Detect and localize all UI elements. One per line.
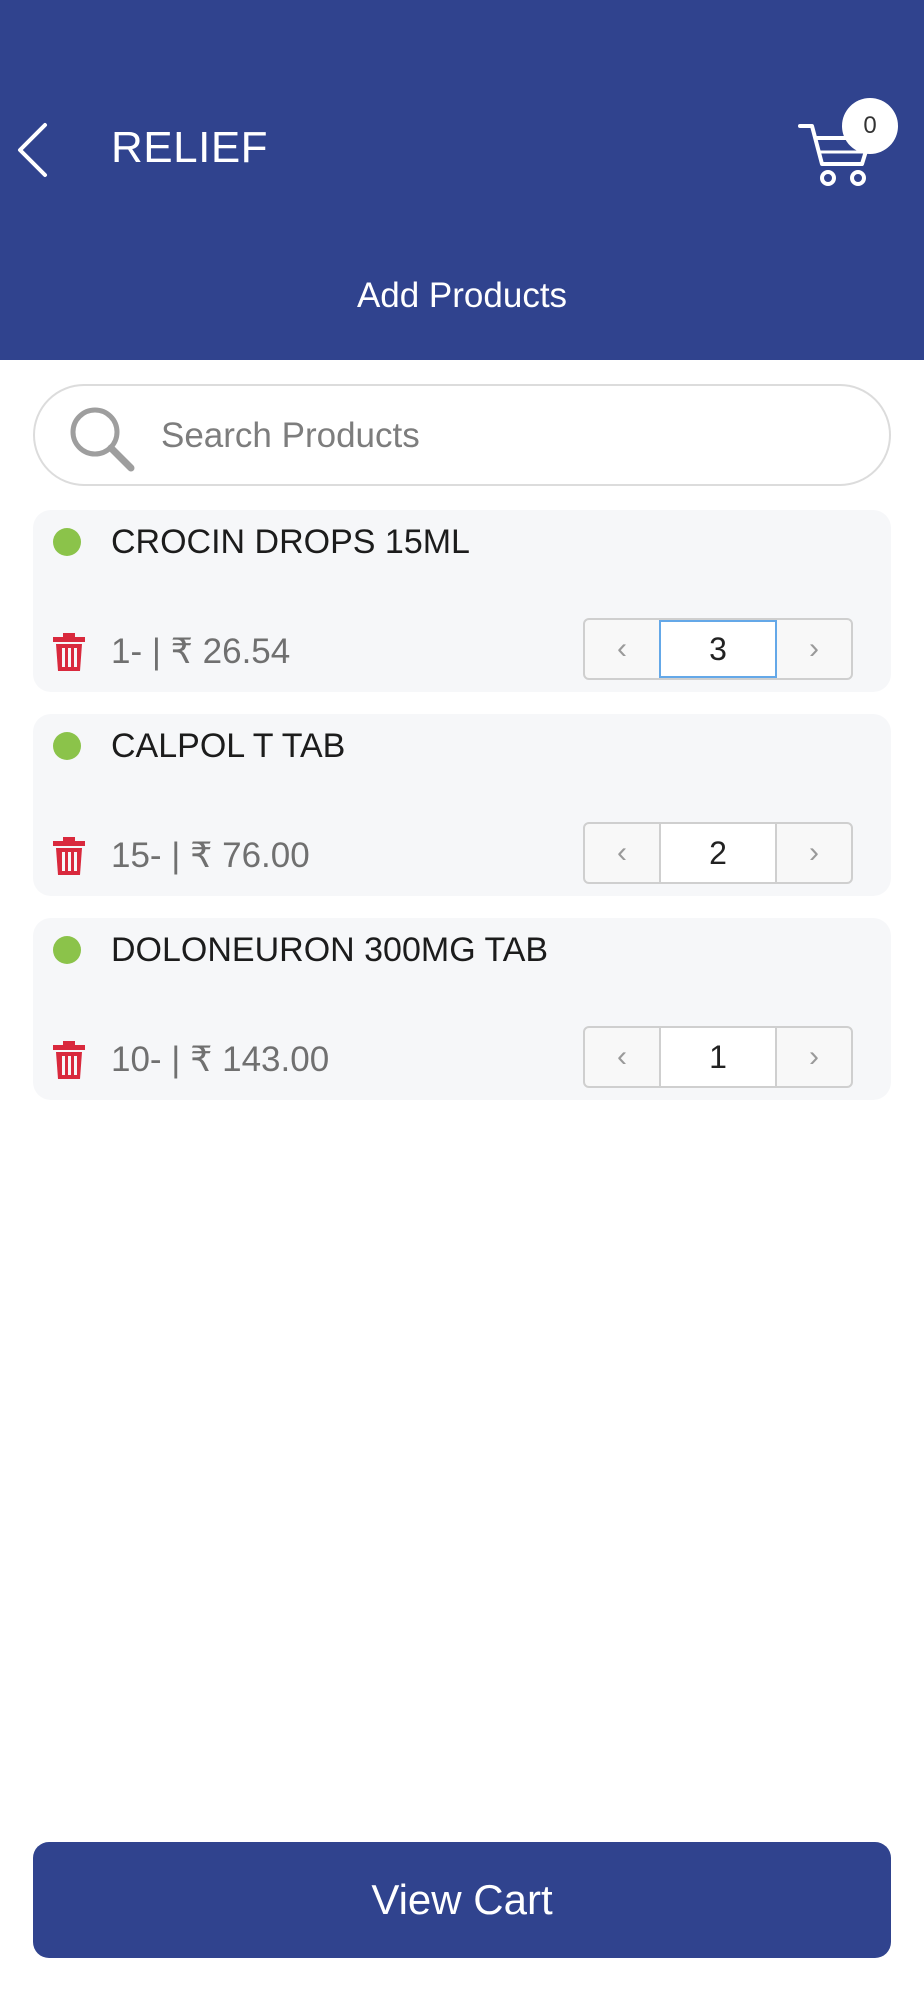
trash-icon [53,1041,85,1079]
quantity-stepper: ‹ › [583,1026,853,1088]
chevron-left-icon: ‹ [617,836,627,869]
delete-button[interactable] [51,836,87,876]
trash-icon [53,633,85,671]
app-header: RELIEF 0 Add Products [0,0,924,360]
product-card: CALPOL T TAB 15- | ₹ 76.00 ‹ › [33,714,891,896]
status-dot [53,528,81,556]
increment-button[interactable]: › [777,620,851,678]
product-card: CROCIN DROPS 15ML 1- | ₹ 26.54 ‹ › [33,510,891,692]
quantity-stepper: ‹ › [583,618,853,680]
quantity-input[interactable] [659,824,777,882]
decrement-button[interactable]: ‹ [585,620,659,678]
pack-price-text: 10- | ₹ 143.00 [111,1040,330,1079]
decrement-button[interactable]: ‹ [585,1028,659,1086]
quantity-input[interactable] [659,620,777,678]
product-name: DOLONEURON 300MG TAB [111,931,549,969]
page-title: RELIEF [111,123,269,172]
chevron-right-icon: › [809,632,819,665]
cart-count-badge: 0 [842,98,898,154]
delete-button[interactable] [51,632,87,672]
decrement-button[interactable]: ‹ [585,824,659,882]
quantity-input[interactable] [659,1028,777,1086]
quantity-stepper: ‹ › [583,822,853,884]
product-name: CROCIN DROPS 15ML [111,523,470,561]
search-bar [33,384,891,486]
chevron-left-icon: ‹ [617,1040,627,1073]
product-card: DOLONEURON 300MG TAB 10- | ₹ 143.00 ‹ › [33,918,891,1100]
status-dot [53,732,81,760]
trash-icon [53,837,85,875]
pack-price-text: 1- | ₹ 26.54 [111,632,291,671]
status-dot [53,936,81,964]
delete-button[interactable] [51,1040,87,1080]
view-cart-button[interactable]: View Cart [33,1842,891,1958]
back-button[interactable] [10,115,60,185]
chevron-left-icon: ‹ [617,632,627,665]
page-subtitle: Add Products [356,276,568,315]
search-input[interactable] [161,408,861,464]
chevron-right-icon: › [809,836,819,869]
search-icon [70,407,135,472]
product-name: CALPOL T TAB [111,727,346,765]
chevron-left-icon [18,123,47,177]
increment-button[interactable]: › [777,824,851,882]
pack-price-text: 15- | ₹ 76.00 [111,836,310,875]
chevron-right-icon: › [809,1040,819,1073]
increment-button[interactable]: › [777,1028,851,1086]
